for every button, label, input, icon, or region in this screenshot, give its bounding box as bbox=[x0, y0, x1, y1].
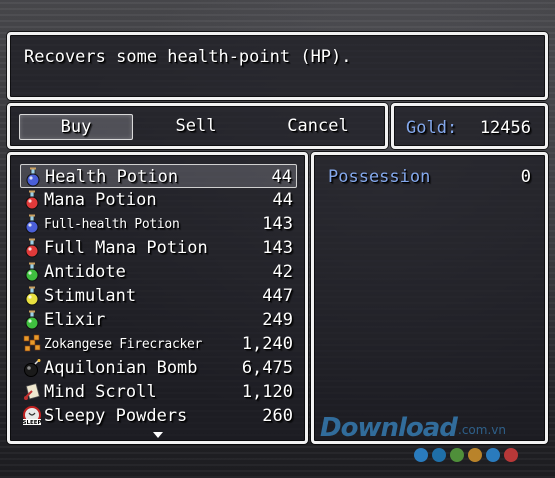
item-name: Sleepy Powders bbox=[44, 406, 188, 426]
item-name: Mind Scroll bbox=[44, 382, 157, 402]
gold-window: Gold: 12456 bbox=[391, 103, 548, 149]
list-item[interactable]: Aquilonian Bomb 6,475 bbox=[20, 356, 297, 380]
item-price: 44 bbox=[271, 167, 292, 187]
help-text: Recovers some health-point (HP). bbox=[24, 47, 352, 67]
scroll-down-arrow-icon[interactable] bbox=[153, 432, 163, 438]
command-window: Buy Sell Cancel bbox=[7, 103, 388, 149]
item-name: Aquilonian Bomb bbox=[44, 358, 198, 378]
list-item[interactable]: Mind Scroll 1,120 bbox=[20, 380, 297, 404]
item-name: Mana Potion bbox=[44, 190, 157, 210]
red-potion-icon bbox=[22, 190, 42, 210]
watermark-dots bbox=[414, 447, 522, 466]
item-name: Full-health Potion bbox=[44, 217, 180, 232]
list-item[interactable]: Elixir 249 bbox=[20, 308, 297, 332]
blue-potion-icon bbox=[23, 167, 43, 187]
sell-button[interactable]: Sell bbox=[140, 114, 252, 138]
buy-item-list: Health Potion 44 Mana Potion 44 Full-health … bbox=[7, 152, 308, 444]
gold-value: 12456 bbox=[479, 118, 531, 138]
red-potion-icon bbox=[22, 238, 42, 258]
watermark-domain: .com.vn bbox=[458, 423, 506, 437]
item-name: Health Potion bbox=[45, 167, 179, 187]
status-window: Possession 0 bbox=[311, 152, 548, 444]
sleep-icon: SLEEP bbox=[22, 406, 42, 426]
item-price: 1,120 bbox=[241, 382, 293, 402]
item-price: 143 bbox=[262, 214, 293, 234]
list-item[interactable]: Zokangese Firecracker 1,240 bbox=[20, 332, 297, 356]
item-price: 447 bbox=[262, 286, 293, 306]
item-price: 143 bbox=[262, 238, 293, 258]
blue-potion-icon bbox=[22, 214, 42, 234]
item-name: Full Mana Potion bbox=[44, 238, 208, 258]
item-price: 1,240 bbox=[241, 334, 293, 354]
bomb-icon bbox=[22, 358, 42, 378]
list-item[interactable]: SLEEP Sleepy Powders 260 bbox=[20, 404, 297, 428]
item-price: 44 bbox=[272, 190, 293, 210]
buy-button[interactable]: Buy bbox=[19, 114, 133, 140]
green-potion-icon bbox=[22, 310, 42, 330]
svg-text:SLEEP: SLEEP bbox=[22, 420, 41, 426]
possession-value: 0 bbox=[520, 167, 531, 187]
scroll-icon bbox=[22, 382, 42, 402]
watermark: Download .com.vn bbox=[310, 405, 548, 475]
watermark-logo: Download bbox=[320, 413, 458, 443]
list-item[interactable]: Full-health Potion 143 bbox=[20, 212, 297, 236]
gold-label: Gold: bbox=[406, 118, 458, 138]
firecracker-icon bbox=[22, 334, 42, 354]
item-name: Zokangese Firecracker bbox=[44, 337, 203, 352]
green-potion-icon bbox=[22, 262, 42, 282]
cancel-button[interactable]: Cancel bbox=[262, 114, 374, 138]
possession-label: Possession bbox=[328, 167, 431, 187]
item-name: Stimulant bbox=[44, 286, 137, 306]
list-item[interactable]: Stimulant 447 bbox=[20, 284, 297, 308]
item-price: 6,475 bbox=[241, 358, 293, 378]
item-name: Elixir bbox=[44, 310, 106, 330]
list-item[interactable]: Health Potion 44 bbox=[20, 164, 297, 188]
item-price: 42 bbox=[272, 262, 293, 282]
item-name: Antidote bbox=[44, 262, 126, 282]
list-item[interactable]: Full Mana Potion 143 bbox=[20, 236, 297, 260]
item-price: 249 bbox=[262, 310, 293, 330]
yellow-potion-icon bbox=[22, 286, 42, 306]
list-item[interactable]: Antidote 42 bbox=[20, 260, 297, 284]
list-item[interactable]: Mana Potion 44 bbox=[20, 188, 297, 212]
item-price: 260 bbox=[262, 406, 293, 426]
help-window: Recovers some health-point (HP). bbox=[7, 32, 548, 100]
